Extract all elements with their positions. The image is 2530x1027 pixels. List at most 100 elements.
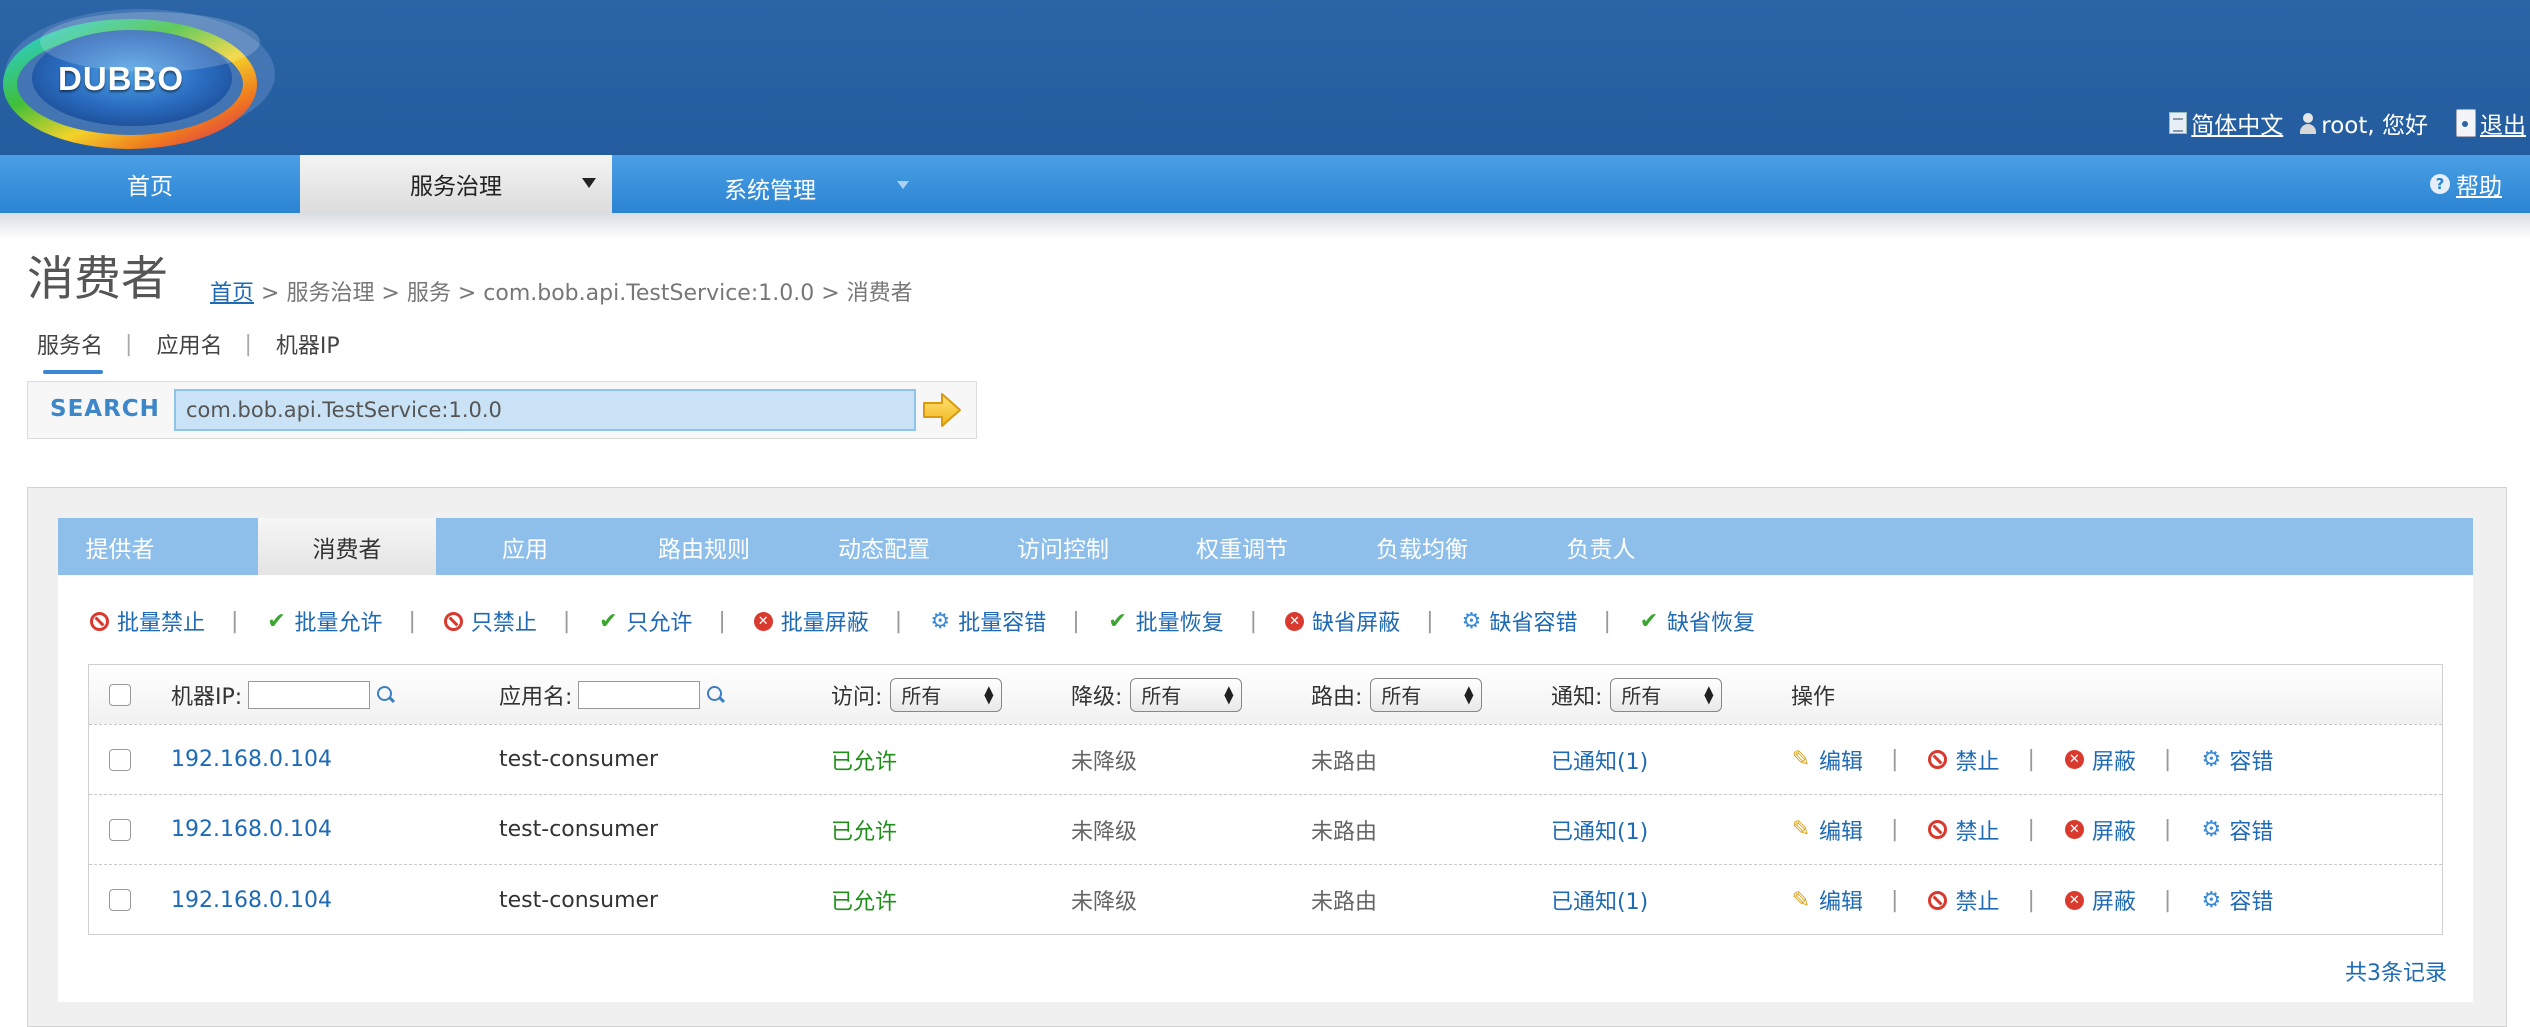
access-filter-select[interactable]: 所有 ▲ ▼: [890, 677, 1003, 712]
row-notify-link[interactable]: 已通知(1): [1551, 814, 1648, 846]
help-label[interactable]: 帮助: [2456, 167, 2502, 201]
row-app: test-consumer: [499, 887, 659, 913]
forbid-icon: [1928, 890, 1948, 910]
language-link[interactable]: 简体中文: [2169, 106, 2283, 140]
search-label: SEARCH: [50, 396, 160, 422]
row-degrade-status: 未降级: [1071, 749, 1138, 775]
row-degrade-status: 未降级: [1071, 890, 1138, 915]
shield-button[interactable]: ✕ 屏蔽: [2064, 814, 2136, 846]
forbid-button[interactable]: 禁止: [1928, 884, 1999, 916]
degrade-filter-value: 所有: [1141, 684, 1182, 708]
row-route-status: 未路由: [1311, 890, 1378, 915]
app-filter-input[interactable]: [578, 680, 701, 709]
batch-tolerate-button[interactable]: ⚙ 批量容错: [930, 605, 1046, 637]
close-circle-icon: ✕: [753, 611, 773, 631]
batch-forbid-button[interactable]: 批量禁止: [90, 605, 205, 637]
forbid-label: 禁止: [1955, 749, 2000, 775]
batch-allow-button[interactable]: ✔ 批量允许: [266, 605, 382, 637]
gear-icon: ⚙: [2201, 887, 2222, 913]
tab-load-balance[interactable]: 负载均衡: [1332, 518, 1512, 575]
tab-providers[interactable]: 提供者: [58, 518, 182, 575]
default-shield-label: 缺省屏蔽: [1312, 611, 1401, 636]
batch-forbid-label: 批量禁止: [117, 611, 206, 636]
search-input[interactable]: [174, 389, 916, 431]
tolerate-button[interactable]: ⚙ 容错: [2201, 744, 2273, 776]
tab-dynamic-config[interactable]: 动态配置: [794, 518, 974, 575]
row-notify-link[interactable]: 已通知(1): [1551, 744, 1648, 776]
tab-access-control[interactable]: 访问控制: [974, 518, 1152, 575]
help-link[interactable]: ? 帮助: [2430, 155, 2502, 213]
select-all-checkbox[interactable]: [109, 683, 131, 706]
logout-label[interactable]: 退出: [2480, 106, 2526, 140]
page-title: 消费者: [27, 252, 168, 307]
nav-governance[interactable]: 服务治理: [300, 155, 612, 213]
row-ip-link[interactable]: 192.168.0.104: [171, 888, 332, 913]
row-checkbox[interactable]: [109, 889, 131, 911]
shield-button[interactable]: ✕ 屏蔽: [2064, 744, 2136, 776]
search-icon[interactable]: [376, 685, 396, 705]
nav-shadow: [0, 213, 2530, 239]
divider: |: [231, 608, 239, 634]
tab-applications[interactable]: 应用: [436, 518, 614, 575]
search-icon[interactable]: [706, 685, 726, 705]
default-tolerate-button[interactable]: ⚙ 缺省容错: [1462, 605, 1578, 637]
table-row: 192.168.0.104 test-consumer 已允许 未降级 未路由 …: [89, 725, 2442, 795]
breadcrumb-home[interactable]: 首页: [210, 281, 254, 306]
notify-filter-select[interactable]: 所有 ▲ ▼: [1610, 677, 1723, 712]
nav-system[interactable]: 系统管理: [612, 155, 932, 213]
row-notify-link[interactable]: 已通知(1): [1551, 884, 1648, 916]
document-icon: [2169, 112, 2188, 134]
search-tab-ip[interactable]: 机器IP: [276, 328, 340, 360]
degrade-filter-select[interactable]: 所有 ▲ ▼: [1130, 677, 1243, 712]
degrade-header-label: 降级:: [1071, 684, 1123, 710]
route-filter-select[interactable]: 所有 ▲ ▼: [1370, 677, 1483, 712]
edit-button[interactable]: ✎ 编辑: [1791, 814, 1863, 846]
edit-button[interactable]: ✎ 编辑: [1791, 884, 1863, 916]
only-forbid-button[interactable]: 只禁止: [443, 605, 537, 637]
forbid-button[interactable]: 禁止: [1928, 814, 1999, 846]
tab-consumers[interactable]: 消费者: [258, 518, 436, 575]
tab-weights[interactable]: 权重调节: [1152, 518, 1332, 575]
pencil-icon: ✎: [1791, 887, 1811, 913]
gear-icon: ⚙: [2201, 747, 2222, 772]
route-filter-value: 所有: [1381, 684, 1422, 708]
tolerate-label: 容错: [2229, 749, 2274, 775]
language-label[interactable]: 简体中文: [2191, 106, 2283, 140]
search-tab-app[interactable]: 应用名: [156, 328, 222, 360]
row-checkbox[interactable]: [109, 748, 131, 771]
forbid-button[interactable]: 禁止: [1928, 744, 1999, 776]
tab-routes[interactable]: 路由规则: [614, 518, 794, 575]
divider: |: [1891, 887, 1899, 913]
close-circle-icon: ✕: [2064, 750, 2084, 769]
forbid-label: 禁止: [1955, 819, 2000, 845]
divider: |: [408, 608, 416, 634]
user-bar: 简体中文 root, 您好 退出: [2169, 106, 2526, 140]
row-ip-link[interactable]: 192.168.0.104: [171, 747, 332, 772]
table-row: 192.168.0.104 test-consumer 已允许 未降级 未路由 …: [89, 795, 2442, 865]
breadcrumb: 首页 > 服务治理 > 服务 > com.bob.api.TestService…: [210, 275, 913, 307]
table-header: 机器IP: 应用名: 访问: 所有 ▲ ▼ 降级: 所有 ▲ ▼ 路由: 所有 …: [89, 665, 2442, 725]
gear-icon: ⚙: [2201, 817, 2222, 842]
tolerate-button[interactable]: ⚙ 容错: [2201, 884, 2273, 916]
batch-recover-button[interactable]: ✔ 批量恢复: [1108, 605, 1223, 637]
shield-button[interactable]: ✕ 屏蔽: [2064, 884, 2136, 916]
notify-header-label: 通知:: [1551, 684, 1603, 710]
only-allow-button[interactable]: ✔ 只允许: [598, 605, 692, 637]
default-shield-button[interactable]: ✕ 缺省屏蔽: [1285, 605, 1400, 637]
tab-owners[interactable]: 负责人: [1512, 518, 1690, 575]
batch-shield-button[interactable]: ✕ 批量屏蔽: [753, 605, 869, 637]
tolerate-button[interactable]: ⚙ 容错: [2201, 814, 2273, 846]
edit-button[interactable]: ✎ 编辑: [1791, 744, 1863, 776]
row-ip-link[interactable]: 192.168.0.104: [171, 817, 332, 842]
search-arrow-icon[interactable]: [920, 390, 964, 430]
nav-home[interactable]: 首页: [0, 155, 300, 213]
check-icon: ✔: [599, 608, 618, 634]
logout-link[interactable]: 退出: [2456, 106, 2526, 140]
batch-shield-label: 批量屏蔽: [780, 611, 869, 636]
forbid-label: 禁止: [1955, 890, 2000, 915]
default-recover-button[interactable]: ✔ 缺省恢复: [1639, 605, 1755, 637]
search-tab-service[interactable]: 服务名: [37, 328, 104, 374]
row-checkbox[interactable]: [109, 818, 131, 841]
divider: |: [244, 331, 252, 357]
ip-filter-input[interactable]: [248, 680, 371, 709]
